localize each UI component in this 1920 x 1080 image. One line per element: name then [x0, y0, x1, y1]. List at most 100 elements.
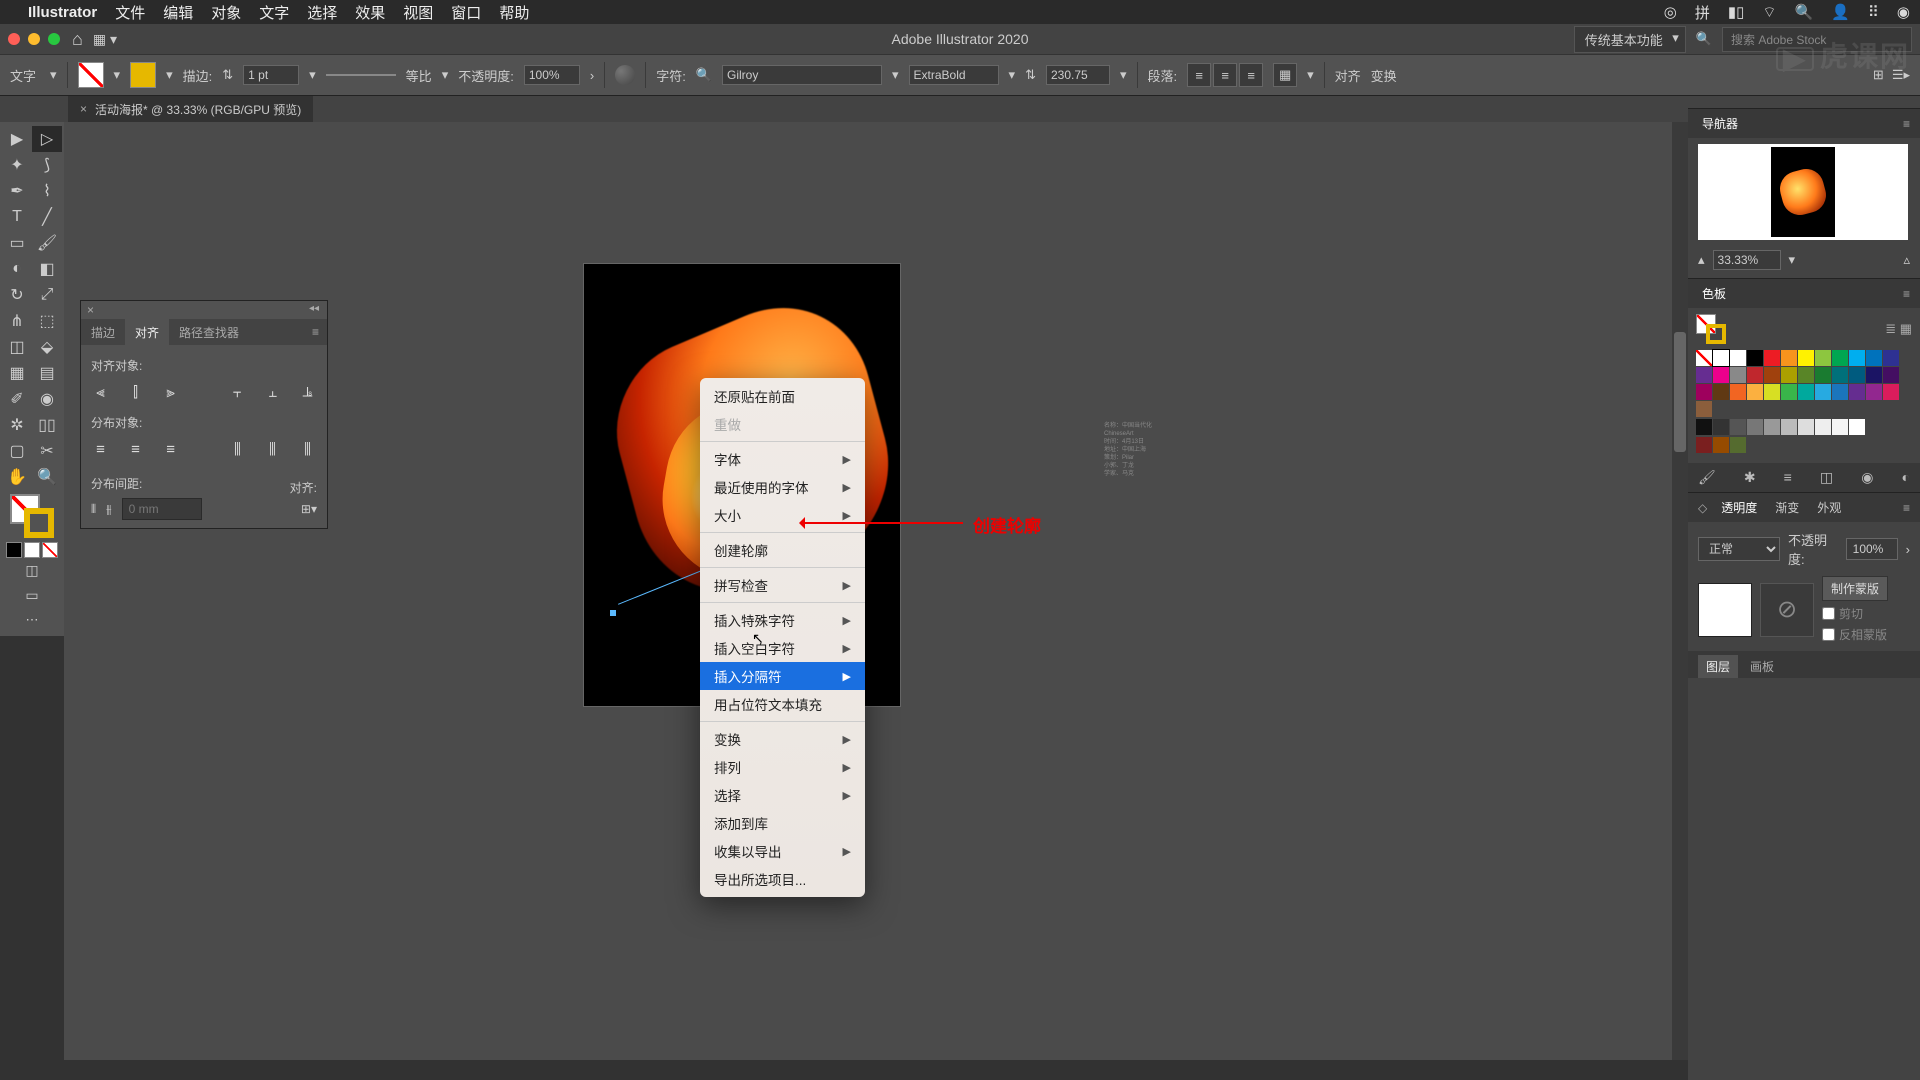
swatch[interactable]	[1747, 419, 1763, 435]
recolor-artwork-icon[interactable]	[615, 65, 635, 85]
dist-hcenter-button[interactable]: ⫼	[263, 437, 282, 461]
opacity-popup-icon[interactable]: ›	[590, 68, 594, 83]
swatch[interactable]	[1730, 367, 1746, 383]
menu-effect[interactable]: 效果	[355, 2, 385, 23]
dist-right-button[interactable]: ⫼	[298, 437, 317, 461]
obs-icon[interactable]: ◎	[1664, 3, 1677, 21]
align-link-label[interactable]: 对齐	[1335, 66, 1361, 85]
swatches-gray-row[interactable]	[1696, 419, 1912, 435]
fill-swatch[interactable]	[78, 62, 104, 88]
menu-file[interactable]: 文件	[115, 2, 145, 23]
navigator-thumbnail[interactable]	[1698, 144, 1908, 240]
swatch[interactable]	[1849, 367, 1865, 383]
arrange-documents-icon[interactable]: ▦ ▾	[93, 31, 117, 48]
edit-toolbar-icon[interactable]: ⋯	[2, 608, 62, 632]
nav-zoom-out-icon[interactable]: ▴	[1698, 252, 1705, 268]
user-icon[interactable]: 👤	[1831, 3, 1850, 21]
swatches-fillstroke[interactable]	[1696, 314, 1726, 344]
align-left-button[interactable]: ⫷	[91, 380, 110, 404]
panel-tab-align[interactable]: 对齐	[125, 319, 169, 346]
clip-checkbox[interactable]	[1822, 607, 1835, 620]
swatch[interactable]	[1730, 384, 1746, 400]
context-menu-item[interactable]: 导出所选项目...	[700, 865, 865, 893]
swatch[interactable]	[1747, 367, 1763, 383]
magic-wand-tool-icon[interactable]: ✦	[2, 152, 32, 178]
home-button-icon[interactable]: ⌂	[72, 29, 83, 50]
spacing-input[interactable]	[122, 498, 202, 520]
hand-tool-icon[interactable]: ✋	[2, 464, 32, 490]
swatch[interactable]	[1747, 384, 1763, 400]
swatch[interactable]	[1764, 350, 1780, 366]
context-menu-item[interactable]: 还原贴在前面	[700, 382, 865, 410]
eyedropper-tool-icon[interactable]: ✐	[2, 386, 32, 412]
input-method-icon[interactable]: 拼	[1695, 2, 1710, 23]
swatch[interactable]	[1832, 384, 1848, 400]
close-tab-icon[interactable]: ×	[80, 102, 87, 116]
maximize-window-icon[interactable]	[48, 33, 60, 45]
workspace-selector[interactable]: 传统基本功能	[1574, 26, 1686, 53]
free-transform-tool-icon[interactable]: ⬚	[32, 308, 62, 334]
font-family-input[interactable]	[722, 65, 882, 85]
column-graph-tool-icon[interactable]: ▯▯	[32, 412, 62, 438]
context-menu-item[interactable]: 拼写检查▶	[700, 571, 865, 599]
stroke-weight-input[interactable]	[243, 65, 299, 85]
nav-zoom-dropdown-icon[interactable]: ▾	[1789, 252, 1796, 268]
swatch[interactable]	[1747, 350, 1763, 366]
dist-hspace-button[interactable]: ⫵	[106, 502, 112, 517]
font-size-stepper-icon[interactable]: ⇅	[1025, 67, 1036, 83]
swatch[interactable]	[1696, 384, 1712, 400]
color-mode-solid-icon[interactable]	[6, 542, 22, 558]
type-tool-icon[interactable]: T	[2, 204, 32, 230]
context-menu-item[interactable]: 变换▶	[700, 725, 865, 753]
search-input[interactable]: 搜索 Adobe Stock	[1722, 27, 1912, 52]
spotlight-icon[interactable]: 🔍	[1795, 3, 1814, 21]
nav-zoom-input[interactable]	[1713, 250, 1781, 270]
perspective-tool-icon[interactable]: ⬙	[32, 334, 62, 360]
paintbrush-tool-icon[interactable]: 🖌	[32, 230, 62, 256]
menu-edit[interactable]: 编辑	[163, 2, 193, 23]
swatch[interactable]	[1849, 350, 1865, 366]
font-style-dropdown-icon[interactable]: ▾	[1009, 67, 1016, 83]
zoom-tool-icon[interactable]: 🔍	[32, 464, 62, 490]
vertical-scrollbar[interactable]	[1672, 122, 1688, 1060]
swatch[interactable]	[1781, 419, 1797, 435]
swatch[interactable]	[1764, 367, 1780, 383]
direct-selection-tool-icon[interactable]: ▷	[32, 126, 62, 152]
stroke-profile-preview[interactable]	[326, 67, 396, 83]
swatch[interactable]	[1832, 350, 1848, 366]
swatch[interactable]	[1883, 384, 1899, 400]
swatch[interactable]	[1883, 367, 1899, 383]
traffic-lights[interactable]	[8, 33, 60, 45]
align-vcenter-button[interactable]: ⫠	[263, 380, 282, 404]
battery-icon[interactable]: ▮▯	[1728, 3, 1745, 21]
swatch[interactable]	[1713, 437, 1729, 453]
context-menu-item[interactable]: 收集以导出▶	[700, 837, 865, 865]
width-tool-icon[interactable]: ⋔	[2, 308, 32, 334]
swatch[interactable]	[1798, 384, 1814, 400]
align-to-selector-icon[interactable]: ⊞▾	[290, 502, 317, 516]
context-menu-item[interactable]: 添加到库	[700, 809, 865, 837]
invert-mask-checkbox[interactable]	[1822, 628, 1835, 641]
panel-menu-icon[interactable]: ≡	[1903, 287, 1910, 301]
swatch[interactable]	[1815, 350, 1831, 366]
swatch[interactable]	[1696, 437, 1712, 453]
stroke-weight-dropdown-icon[interactable]: ▾	[309, 67, 316, 83]
rotate-tool-icon[interactable]: ↻	[2, 282, 32, 308]
swatch[interactable]	[1764, 419, 1780, 435]
swatch[interactable]	[1696, 367, 1712, 383]
dist-left-button[interactable]: ⫼	[228, 437, 247, 461]
app-name[interactable]: Illustrator	[28, 4, 97, 21]
swatch[interactable]	[1781, 384, 1797, 400]
opacity-input[interactable]	[524, 65, 580, 85]
stroke-weight-stepper-icon[interactable]: ⇅	[222, 67, 233, 83]
swatch-registration[interactable]	[1713, 350, 1729, 366]
panel-close-icon[interactable]: ×	[87, 303, 94, 317]
shape-builder-tool-icon[interactable]: ◫	[2, 334, 32, 360]
scale-tool-icon[interactable]: ⤢	[32, 282, 62, 308]
dist-top-button[interactable]: ≡	[91, 437, 110, 461]
mesh-tool-icon[interactable]: ▦	[2, 360, 32, 386]
fill-stroke-swatches[interactable]	[10, 494, 54, 538]
shaper-tool-icon[interactable]: ◐	[2, 256, 32, 282]
blend-mode-select[interactable]: 正常	[1698, 537, 1780, 561]
swatch[interactable]	[1713, 419, 1729, 435]
